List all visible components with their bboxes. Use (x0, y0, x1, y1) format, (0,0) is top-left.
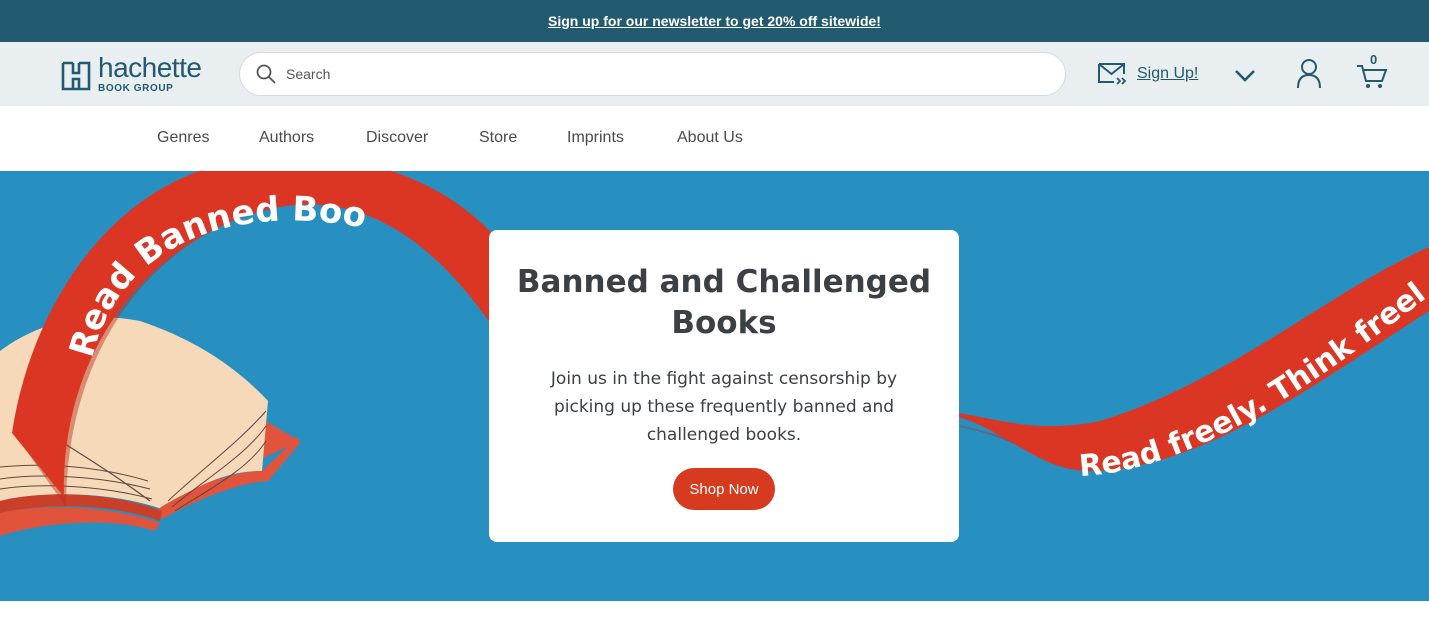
hachette-logo[interactable]: hachette BOOK GROUP (60, 54, 210, 96)
site-header: hachette BOOK GROUP Sign Up! 0 (0, 42, 1429, 106)
search-input[interactable] (286, 66, 1046, 82)
chevron-down-icon[interactable] (1232, 64, 1258, 86)
account-icon[interactable] (1295, 58, 1323, 90)
cart-icon (1357, 65, 1388, 88)
logo-wordmark: hachette (98, 52, 202, 83)
cart-button[interactable]: 0 (1356, 52, 1390, 92)
search-bar[interactable] (239, 52, 1066, 96)
signup-link[interactable]: Sign Up! (1097, 60, 1198, 88)
promo-bar: Sign up for our newsletter to get 20% of… (0, 0, 1429, 42)
hero-description: Join us in the fight against censorship … (550, 369, 898, 445)
newsletter-promo-link[interactable]: Sign up for our newsletter to get 20% of… (548, 13, 881, 29)
hero-title: Banned and Challenged Books (516, 264, 932, 341)
nav-item-genres[interactable]: Genres (157, 129, 209, 147)
hachette-logo-icon (61, 61, 91, 91)
hero-banner[interactable]: Read Banned Books Read freely. Think fre… (0, 171, 1429, 601)
nav-item-about-us[interactable]: About Us (677, 129, 743, 147)
logo-subtitle: BOOK GROUP (98, 83, 174, 94)
nav-item-imprints[interactable]: Imprints (567, 129, 624, 147)
signup-label[interactable]: Sign Up! (1137, 65, 1198, 83)
nav-item-store[interactable]: Store (479, 129, 517, 147)
search-icon[interactable] (256, 64, 276, 84)
nav-item-authors[interactable]: Authors (259, 129, 314, 147)
main-nav: Genres Authors Discover Store Imprints A… (0, 106, 1429, 171)
mail-icon (1098, 63, 1127, 85)
shop-now-button[interactable]: Shop Now (673, 468, 775, 510)
nav-item-discover[interactable]: Discover (366, 129, 428, 147)
hero-card: Banned and Challenged Books Join us in t… (489, 230, 959, 542)
